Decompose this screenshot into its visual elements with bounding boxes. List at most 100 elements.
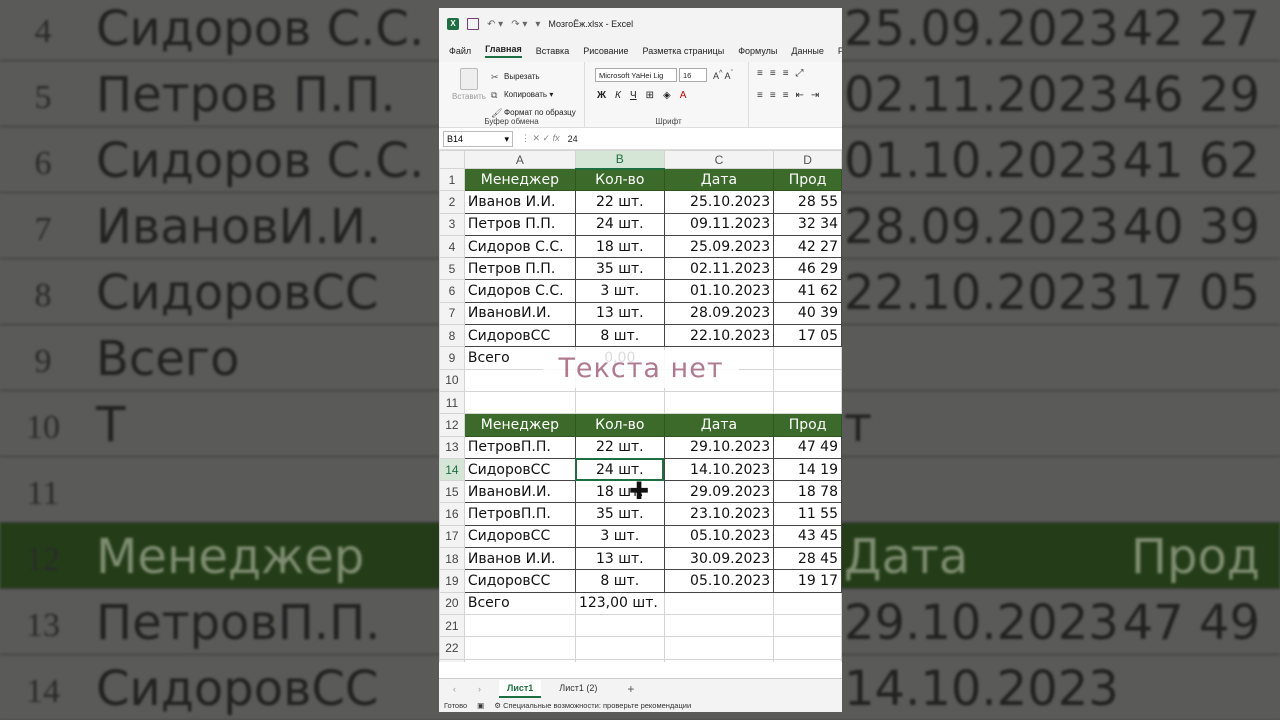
customize-toolbar-icon[interactable]: ▾ <box>535 19 540 30</box>
select-all-corner[interactable] <box>439 150 465 169</box>
menu-tab[interactable]: Файл <box>449 46 471 56</box>
cell[interactable]: ИвановИ.И. <box>463 301 576 326</box>
cell[interactable] <box>663 613 775 638</box>
cell[interactable]: Прод <box>773 413 842 437</box>
name-box[interactable]: B14 ▾ <box>443 130 513 147</box>
row-number[interactable]: 16 <box>439 502 465 526</box>
cell[interactable]: 35 шт. <box>574 257 665 281</box>
cell[interactable]: 14.10.2023 <box>663 457 775 482</box>
cell[interactable]: 05.10.2023 <box>663 569 775 593</box>
row-number[interactable]: 23 <box>439 658 465 662</box>
undo-icon[interactable]: ↶ ▾ <box>487 19 503 30</box>
row-number[interactable]: 18 <box>439 547 465 571</box>
italic-button[interactable]: К <box>615 90 621 101</box>
sheet-tab[interactable]: Лист1 (2) <box>551 680 605 698</box>
cell[interactable]: 02.11.2023 <box>663 257 775 281</box>
cell[interactable]: Сидоров С.С. <box>463 234 576 259</box>
cell-grid[interactable]: A B C D 1 Менеджер Кол-во Дата Прод 2 Иванов И.И. 2… <box>439 150 842 662</box>
row-number[interactable]: 10 <box>439 368 465 392</box>
cell[interactable]: Петров П.П. <box>463 212 576 236</box>
cell[interactable]: 28 45 <box>773 547 842 571</box>
cell[interactable]: 32 34 <box>773 212 842 236</box>
paste-button[interactable]: Вставить <box>449 68 489 108</box>
cell[interactable]: 05.10.2023 <box>663 524 775 549</box>
align-top-icon[interactable]: ≡ <box>757 68 763 79</box>
cell[interactable]: Менеджер <box>463 167 576 192</box>
cell[interactable]: 3 шт. <box>574 524 665 549</box>
macro-icon[interactable]: ▣ <box>477 701 484 710</box>
worksheet[interactable]: A B C D 1 Менеджер Кол-во Дата Прод 2 Иванов И.И. 2… <box>439 150 842 662</box>
menu-tab[interactable]: Главная <box>485 44 522 58</box>
cell[interactable]: СидоровСС <box>463 324 576 348</box>
cell[interactable] <box>663 636 775 660</box>
add-sheet-button[interactable]: + <box>627 682 634 696</box>
cell[interactable]: 25.10.2023 <box>663 190 775 214</box>
cell[interactable]: 24 шт. <box>574 457 665 482</box>
row-number[interactable]: 5 <box>439 257 465 281</box>
cell[interactable]: Сидоров С.С. <box>463 279 576 303</box>
borders-icon[interactable]: ⊞ <box>646 90 654 101</box>
formula-icons[interactable]: ⋮ ✕ ✓ fx <box>521 133 560 144</box>
cell[interactable]: СидоровСС <box>463 524 576 549</box>
save-icon[interactable] <box>467 18 479 30</box>
cell[interactable]: Всего <box>463 591 576 615</box>
cell[interactable]: 8 шт. <box>574 324 665 348</box>
cell[interactable]: 19 17 <box>773 569 842 593</box>
row-number[interactable]: 6 <box>439 279 465 303</box>
cell[interactable]: 35 шт. <box>574 502 665 526</box>
align-middle-icon[interactable]: ≡ <box>770 68 776 79</box>
cell[interactable] <box>773 368 842 392</box>
cell[interactable]: 29.10.2023 <box>663 435 775 459</box>
cell[interactable]: Прод <box>773 167 842 192</box>
cell[interactable]: 01.10.2023 <box>663 279 775 303</box>
cell[interactable]: 40 39 <box>773 301 842 326</box>
row-number[interactable]: 3 <box>439 212 465 236</box>
cell[interactable]: 28.09.2023 <box>663 301 775 326</box>
cell[interactable]: Кол-во <box>574 167 665 192</box>
menu-tab[interactable]: Разметка страницы <box>643 46 725 56</box>
cell[interactable]: 123,00 шт. <box>574 591 665 615</box>
formula-input[interactable]: 24 <box>568 134 578 144</box>
cell[interactable]: 3 шт. <box>574 279 665 303</box>
cell[interactable]: 41 62 <box>773 279 842 303</box>
underline-button[interactable]: Ч <box>630 90 637 101</box>
cell[interactable]: 13 шт. <box>574 547 665 571</box>
cell[interactable]: Иванов И.И. <box>463 547 576 571</box>
cell[interactable]: 30.09.2023 <box>663 547 775 571</box>
cell[interactable] <box>773 591 842 615</box>
copy-button[interactable]: ⧉ Копировать ▾ <box>491 86 576 104</box>
cell[interactable]: 18 шт. <box>574 234 665 259</box>
cell[interactable] <box>663 390 775 415</box>
cell[interactable] <box>773 346 842 370</box>
cell[interactable]: 18 78 <box>773 480 842 504</box>
cell[interactable] <box>663 658 775 662</box>
cell[interactable] <box>574 636 665 660</box>
row-number[interactable]: 1 <box>439 167 465 192</box>
cell[interactable]: 22 шт. <box>574 435 665 459</box>
cell[interactable] <box>574 658 665 662</box>
row-number[interactable]: 9 <box>439 346 465 370</box>
cell[interactable] <box>574 613 665 638</box>
row-number[interactable]: 22 <box>439 636 465 660</box>
cell[interactable]: Дата <box>663 167 775 192</box>
font-color-icon[interactable]: A <box>680 90 687 101</box>
row-number[interactable]: 19 <box>439 569 465 593</box>
font-size-select[interactable]: 16 <box>679 68 707 82</box>
menu-tab[interactable]: Вставка <box>536 46 569 56</box>
accessibility-status[interactable]: ⚙ Специальные возможности: проверьте рек… <box>494 701 701 710</box>
cell[interactable]: 28 55 <box>773 190 842 214</box>
row-number[interactable]: 17 <box>439 524 465 549</box>
row-number[interactable]: 4 <box>439 234 465 259</box>
cell[interactable]: ПетровП.П. <box>463 435 576 459</box>
cell[interactable]: 46 29 <box>773 257 842 281</box>
align-bottom-icon[interactable]: ≡ <box>783 68 789 79</box>
fill-color-icon[interactable]: ◈ <box>663 90 671 101</box>
scroll-left-icon[interactable]: ‹ <box>453 684 456 694</box>
bold-button[interactable]: Ж <box>597 90 606 101</box>
row-number[interactable]: 7 <box>439 301 465 326</box>
cell[interactable]: Дата <box>663 413 775 437</box>
cell[interactable] <box>463 613 576 638</box>
column-header[interactable]: B <box>574 150 665 170</box>
font-size-adjust[interactable]: A^ Aˇ <box>713 68 733 81</box>
cell[interactable] <box>773 390 842 415</box>
